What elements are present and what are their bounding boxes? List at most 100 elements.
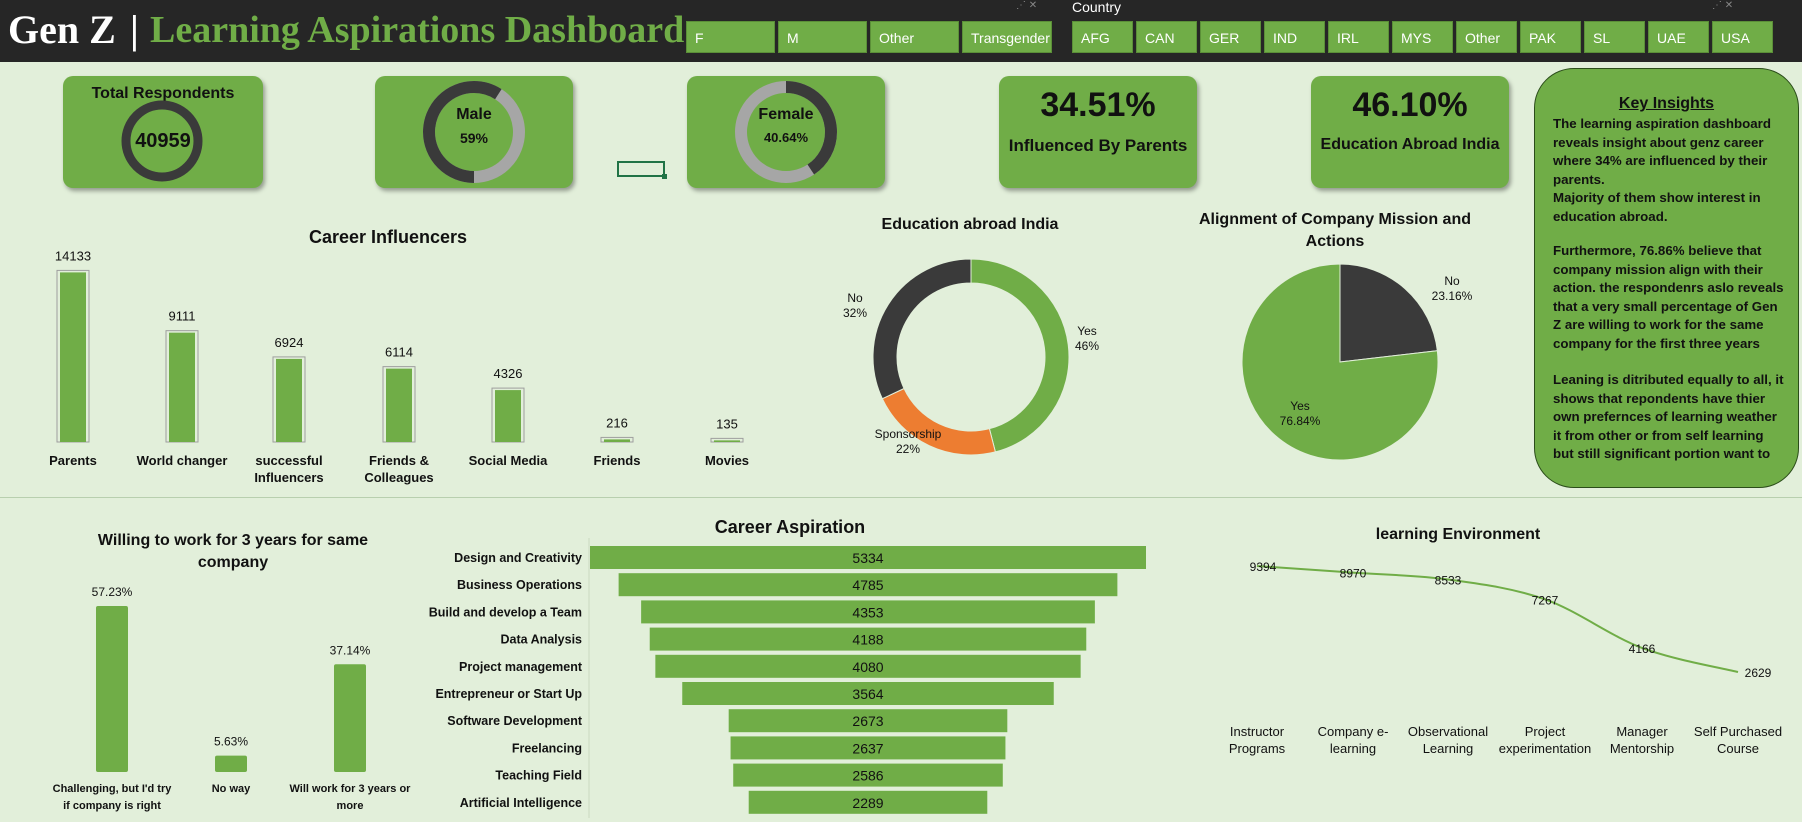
willing-bar — [334, 664, 366, 772]
category-label: Course — [1717, 741, 1759, 756]
gender-slicer-f[interactable]: F — [686, 21, 775, 53]
point-value-label: 8970 — [1340, 567, 1367, 581]
category-label: Build and develop a Team — [429, 605, 582, 619]
kpi-abroad-value: 46.10% — [1352, 86, 1468, 124]
donut-slice-no — [872, 258, 972, 400]
country-slicer-uae[interactable]: UAE — [1648, 21, 1709, 53]
point-value-label: 9394 — [1250, 560, 1277, 574]
country-slicer-can[interactable]: CAN — [1136, 21, 1197, 53]
category-label: World changer — [137, 453, 228, 468]
bar-value-label: 135 — [716, 416, 738, 431]
bar-value-label: 2637 — [852, 740, 883, 756]
category-label: Observational — [1408, 724, 1488, 739]
category-label: Company e- — [1318, 724, 1389, 739]
willing-3-years-title: Willing to work for 3 years for same com… — [97, 532, 369, 571]
insight-paragraph-3: Leaning is ditributed equally to all, it… — [1553, 372, 1784, 461]
country-slicer-title: Country — [1072, 0, 1122, 15]
category-label: experimentation — [1499, 741, 1592, 756]
point-value-label: 7267 — [1532, 593, 1559, 607]
title-genz: Gen Z — [8, 7, 116, 52]
category-label: Social Media — [469, 453, 549, 468]
influencer-bar — [495, 390, 521, 442]
title-separator: | — [130, 7, 139, 52]
dashboard-title: Learning Aspirations Dashboard — [150, 9, 685, 51]
category-label: Entrepreneur or Start Up — [435, 687, 582, 701]
category-label: learning — [1330, 741, 1376, 756]
category-label: Colleagues — [364, 470, 433, 485]
influencer-bar — [386, 368, 412, 442]
slice-label: Sponsorship — [875, 427, 942, 441]
category-label: Instructor — [1230, 724, 1285, 739]
education-abroad-donut: Yes46% Sponsorship22% No32% — [843, 258, 1099, 456]
slice-percent: 23.16% — [1432, 289, 1473, 303]
bar-value-label: 216 — [606, 415, 628, 430]
bar-value-label: 3564 — [852, 686, 883, 702]
section-divider — [0, 497, 1802, 498]
influencer-bar — [714, 440, 740, 442]
category-label: Programs — [1229, 741, 1286, 756]
kpi-abroad-label: Education Abroad India — [1320, 136, 1500, 153]
insight-paragraph-1: The learning aspiration dashboard reveal… — [1553, 116, 1771, 224]
kpi-education-abroad: 46.10% Education Abroad India — [1311, 76, 1509, 188]
category-label: Self Purchased — [1694, 724, 1782, 739]
bar-value-label: 4785 — [852, 577, 883, 593]
point-value-label: 8533 — [1435, 573, 1462, 587]
point-value-label: 2629 — [1745, 666, 1772, 680]
category-label: Project — [1525, 724, 1566, 739]
country-slicer-other[interactable]: Other — [1456, 21, 1517, 53]
category-label: Data Analysis — [500, 633, 582, 647]
country-slicer-usa[interactable]: USA — [1712, 21, 1773, 53]
education-abroad-title: Education abroad India — [881, 216, 1059, 233]
country-slicer-afg[interactable]: AFG — [1072, 21, 1133, 53]
country-slicer-ger[interactable]: GER — [1200, 21, 1261, 53]
category-label: Parents — [49, 453, 97, 468]
category-label: Artificial Intelligence — [460, 796, 582, 810]
country-slicer-mys[interactable]: MYS — [1392, 21, 1453, 53]
kpi-female-title: Female — [758, 106, 814, 123]
bar-value-label: 4326 — [494, 366, 523, 381]
insight-paragraph-2: Furthermore, 76.86% believe that company… — [1553, 243, 1784, 351]
slice-percent: 76.84% — [1280, 414, 1321, 428]
influencer-bar — [604, 439, 630, 442]
bar-value-label: 4353 — [852, 604, 883, 620]
kpi-female: Female 40.64% — [687, 76, 885, 188]
kpi-influenced-by-parents: 34.51% Influenced By Parents — [999, 76, 1197, 188]
influencer-bar — [60, 272, 86, 442]
kpi-male-value: 59% — [459, 130, 489, 146]
influencer-bar — [169, 332, 195, 442]
career-aspiration-chart: 5334 Design and Creativity 4785 Business Op… — [429, 538, 1146, 818]
slicer-filter-icon[interactable]: ⋰ ✕ — [1712, 0, 1733, 11]
learning-environment-chart: 9394 Instructor Programs 8970 Company e-lear… — [1229, 560, 1782, 756]
country-slicer-sl[interactable]: SL — [1584, 21, 1645, 53]
selected-cell[interactable] — [617, 161, 667, 179]
bar-value-label: 9111 — [169, 309, 196, 324]
slice-label: No — [847, 291, 863, 305]
willing-bar — [96, 606, 128, 772]
slice-percent: 32% — [843, 306, 867, 320]
slice-label: Yes — [1077, 324, 1097, 338]
willing-bar — [215, 755, 247, 772]
slicer-filter-icon[interactable]: ⋰ ✕ — [1016, 0, 1037, 11]
country-slicer-irl[interactable]: IRL — [1328, 21, 1389, 53]
gender-slicer-transgender[interactable]: Transgender — [962, 21, 1052, 53]
category-label: Mentorship — [1610, 741, 1674, 756]
country-slicer-pak[interactable]: PAK — [1520, 21, 1581, 53]
kpi-female-value: 40.64% — [763, 130, 809, 145]
gender-slicer-other[interactable]: Other — [870, 21, 959, 53]
category-label: successful — [255, 453, 322, 468]
category-label: Teaching Field — [495, 769, 582, 783]
slice-label: No — [1444, 274, 1460, 288]
point-value-label: 4166 — [1629, 642, 1656, 656]
pie-slice-no — [1339, 263, 1438, 363]
category-label: Influencers — [254, 470, 323, 485]
country-slicer-ind[interactable]: IND — [1264, 21, 1325, 53]
gender-slicer-m[interactable]: M — [778, 21, 867, 53]
category-label: more — [337, 800, 364, 812]
influencer-bar — [276, 358, 302, 442]
kpi-male: Male 59% — [375, 76, 573, 188]
bar-value-label: 4188 — [852, 632, 883, 648]
learning-line — [1256, 565, 1739, 673]
slice-percent: 46% — [1075, 339, 1099, 353]
bar-value-label: 4080 — [852, 659, 883, 675]
category-label: Project management — [459, 660, 583, 674]
